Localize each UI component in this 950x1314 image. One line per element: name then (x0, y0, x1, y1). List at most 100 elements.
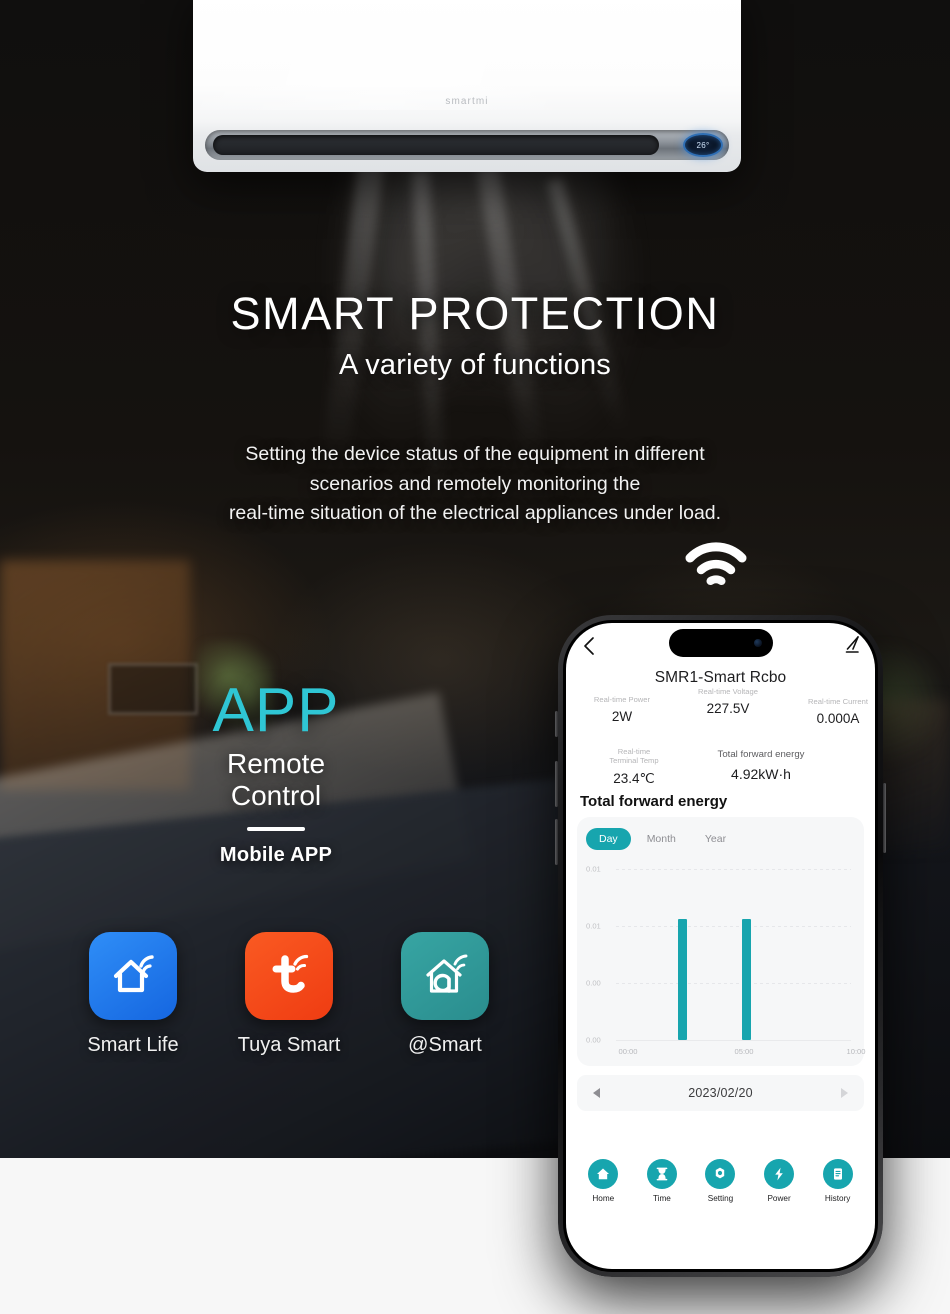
metric-value: 227.5V (706, 701, 750, 717)
hourglass-icon (646, 1159, 677, 1189)
back-chevron-icon[interactable] (582, 636, 595, 661)
range-tab-day[interactable]: Day (586, 828, 631, 850)
app-label: Tuya Smart (237, 1034, 341, 1056)
app-remote-control-label: Remote Control (170, 748, 382, 813)
triangle-right-icon[interactable] (841, 1088, 848, 1098)
headline-block: SMART PROTECTION A variety of functions (0, 290, 950, 382)
app-remote-line-1: Remote (226, 748, 326, 779)
ac-air-vent (205, 130, 729, 160)
metrics-panel: Real-time Power 2W Real-time Voltage 227… (566, 687, 875, 793)
phone-volume-down-button[interactable] (555, 819, 558, 865)
nav-item-time[interactable]: Time (634, 1159, 690, 1203)
nav-label: Home (592, 1194, 615, 1203)
app-item-tuya-smart[interactable]: Tuya Smart (211, 932, 367, 1057)
app-label: @Smart (408, 1034, 482, 1056)
gridline (616, 982, 851, 984)
gridline (616, 869, 851, 870)
ac-brand-label: smartmi (445, 96, 489, 107)
phone-power-button[interactable] (883, 783, 886, 853)
house-a-wifi-icon (401, 932, 489, 1020)
document-list-icon (822, 1159, 853, 1189)
axis-line (616, 1040, 851, 1041)
app-item-at-smart[interactable]: @Smart (367, 932, 523, 1057)
bottom-navigation: Home Time Setting Power History (566, 1159, 875, 1225)
app-icons-row: Smart Life Tuya Smart @Smart (55, 932, 525, 1057)
wifi-icon (680, 536, 752, 588)
bar-chart-plot: 0.01 0.01 0.00 0.00 (586, 865, 855, 1045)
gridline (616, 925, 851, 927)
metric-label-line-1: Real-time (617, 747, 651, 756)
phone-silence-switch[interactable] (555, 711, 558, 737)
metric-realtime-terminal-temp: Real-time Terminal Temp 23.4℃ (586, 747, 682, 787)
app-item-smart-life[interactable]: Smart Life (55, 932, 211, 1057)
x-axis-tick: 00:00 (618, 1047, 638, 1056)
metric-value: 0.000A (816, 711, 860, 727)
app-word: APP (212, 676, 340, 745)
date-navigation-bar: 2023/02/20 (577, 1075, 864, 1111)
y-axis-tick: 0.01 (586, 921, 601, 931)
description-line-3: real-time situation of the electrical ap… (228, 502, 722, 525)
ac-sheen (193, 0, 741, 110)
divider (247, 826, 305, 831)
range-tab-year[interactable]: Year (692, 828, 739, 850)
metric-total-forward-energy: Total forward energy 4.92kW·h (686, 749, 836, 782)
nav-item-setting[interactable]: Setting (692, 1159, 748, 1203)
date-value: 2023/02/20 (688, 1086, 753, 1100)
app-topbar (566, 623, 875, 667)
description-block: Setting the device status of the equipme… (0, 440, 950, 529)
triangle-left-icon[interactable] (593, 1088, 600, 1098)
metric-label: Real-time Voltage (698, 687, 758, 696)
x-axis-tick: 05:00 (734, 1047, 754, 1056)
y-axis-tick: 0.00 (586, 1035, 601, 1045)
phone-mockup: SMR1-Smart Rcbo Real-time Power 2W Real-… (555, 615, 886, 1277)
description-line-2: scenarios and remotely monitoring the (309, 472, 641, 495)
front-camera-icon (753, 639, 762, 647)
x-axis-ticks: 00:00 05:00 10:00 (586, 1047, 865, 1059)
phone-screen: SMR1-Smart Rcbo Real-time Power 2W Real-… (566, 623, 875, 1269)
metric-value: 23.4℃ (613, 770, 655, 786)
chart-card: Day Month Year 0.01 0.01 0.00 0.00 00:00… (577, 817, 866, 1066)
metric-label-line-2: Terminal Temp (609, 756, 659, 766)
phone-volume-up-button[interactable] (555, 761, 558, 807)
page-subtitle: A variety of functions (339, 349, 611, 382)
ac-temperature-value: 26° (696, 140, 710, 150)
nav-item-history[interactable]: History (810, 1159, 866, 1203)
edit-pencil-icon[interactable] (844, 636, 860, 659)
range-tab-month[interactable]: Month (634, 828, 689, 850)
nav-item-home[interactable]: Home (575, 1159, 631, 1203)
lightning-bolt-icon (764, 1159, 795, 1189)
mobile-app-label: Mobile APP (219, 843, 333, 866)
chart-heading: Total forward energy (580, 793, 728, 810)
nav-label: Power (767, 1194, 791, 1203)
nav-label: Time (652, 1194, 671, 1203)
app-label: Smart Life (87, 1034, 179, 1056)
chart-bar (678, 918, 687, 1040)
metric-label: Real-time Terminal Temp (586, 747, 682, 766)
dynamic-island (668, 629, 773, 657)
home-icon (588, 1159, 619, 1189)
nav-label: Setting (707, 1194, 734, 1203)
nav-label: History (824, 1194, 851, 1203)
phone-bezel: SMR1-Smart Rcbo Real-time Power 2W Real-… (563, 620, 878, 1272)
nav-item-power[interactable]: Power (751, 1159, 807, 1203)
y-axis-tick: 0.01 (586, 864, 601, 874)
metric-realtime-power: Real-time Power 2W (570, 695, 674, 724)
app-promo-block: APP Remote Control Mobile APP (170, 680, 382, 867)
chart-bar (742, 918, 751, 1040)
metric-label: Real-time Power (593, 695, 651, 704)
tuya-t-wifi-icon (245, 932, 333, 1020)
y-axis-tick: 0.00 (586, 978, 601, 988)
page-title: SMART PROTECTION (230, 288, 720, 339)
air-conditioner-unit: smartmi 26° (193, 0, 741, 172)
ac-temperature-display: 26° (683, 133, 723, 157)
metric-value: 2W (611, 709, 633, 725)
metric-label: Real-time Current (808, 697, 868, 706)
range-tabs: Day Month Year (586, 828, 855, 850)
metric-value: 4.92kW·h (731, 765, 791, 782)
metric-realtime-current: Real-time Current 0.000A (788, 697, 875, 726)
x-axis-tick: 10:00 (846, 1047, 866, 1056)
house-wifi-icon (89, 932, 177, 1020)
device-title: SMR1-Smart Rcbo (654, 669, 787, 686)
gear-icon (705, 1159, 736, 1189)
app-remote-line-2: Control (230, 780, 322, 812)
